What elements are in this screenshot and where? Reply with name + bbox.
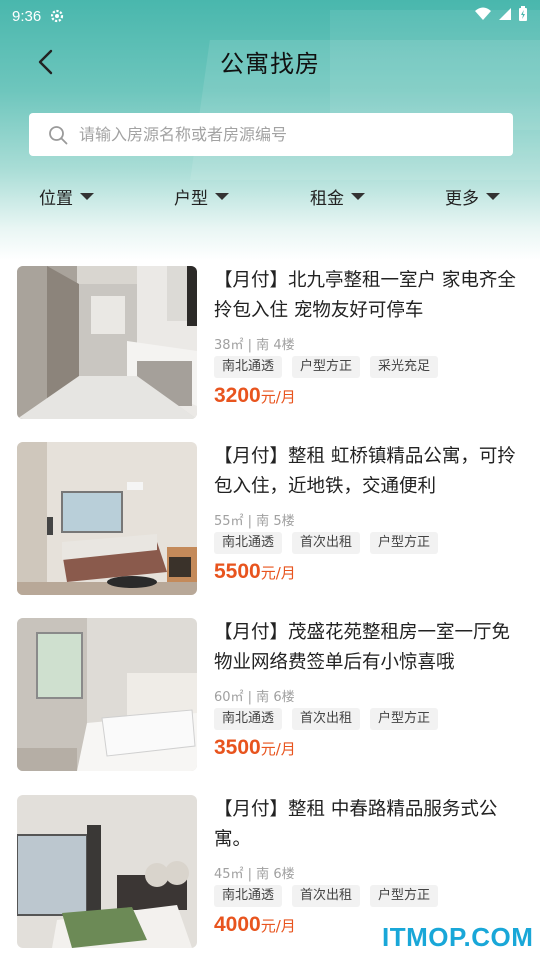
price-unit: 元/月 (260, 917, 296, 935)
listing-photo (17, 618, 197, 771)
battery-charging-icon (518, 6, 528, 26)
listing-title: 【月付】整租 中春路精品服务式公寓。 (214, 799, 498, 850)
listing-tags: 南北通透 户型方正 采光充足 (214, 356, 527, 378)
price-value: 3500 (214, 736, 261, 759)
search-box[interactable] (29, 113, 513, 156)
price-value: 5500 (214, 560, 261, 583)
watermark-logo: ITMOP.COM (382, 922, 534, 952)
filter-label: 位置 (39, 189, 73, 209)
listing-tags: 南北通透 首次出租 户型方正 (214, 708, 527, 730)
listing-price: 3200元/月 (214, 384, 527, 408)
caret-down-icon (486, 193, 500, 200)
filter-rent[interactable]: 租金 (310, 184, 365, 209)
caret-down-icon (215, 193, 229, 200)
status-indicators (474, 6, 528, 26)
listing-photo (17, 795, 197, 948)
listing-card[interactable]: 【月付】整租 虹桥镇精品公寓，可拎包入住，近地铁，交通便利 55㎡ | 南 5楼… (17, 442, 527, 596)
listing-tag: 南北通透 (214, 532, 283, 554)
price-unit: 元/月 (260, 740, 296, 758)
listing-tag: 首次出租 (292, 532, 361, 554)
listing-photo (17, 266, 197, 419)
filter-more[interactable]: 更多 (445, 184, 500, 209)
filter-bar: 位置 户型 租金 更多 (0, 184, 540, 212)
price-unit: 元/月 (260, 564, 296, 582)
filter-layout[interactable]: 户型 (174, 184, 229, 209)
price-value: 4000 (214, 913, 261, 936)
listing-tag: 南北通透 (214, 885, 283, 907)
listing-tag: 户型方正 (370, 885, 439, 907)
price-unit: 元/月 (260, 388, 296, 406)
search-icon (47, 124, 69, 146)
listing-card[interactable]: 【月付】茂盛花苑整租房一室一厅免物业网络费签单后有小惊喜哦 60㎡ | 南 6楼… (17, 618, 527, 772)
price-value: 3200 (214, 384, 261, 407)
listing-card[interactable]: 【月付】北九亭整租一室户 家电齐全拎包入住 宠物友好可停车 38㎡ | 南 4楼… (17, 266, 527, 420)
listing-price: 3500元/月 (214, 736, 527, 760)
listing-tag: 采光充足 (370, 356, 439, 378)
page-title: 公寓找房 (220, 50, 320, 78)
title-bar: 公寓找房 (0, 40, 540, 84)
listing-meta: 45㎡ | 南 6楼 (214, 867, 295, 882)
listing-photo (17, 442, 197, 595)
caret-down-icon (80, 193, 94, 200)
listing-meta: 38㎡ | 南 4楼 (214, 338, 295, 353)
listing-tag: 户型方正 (370, 708, 439, 730)
listing-tag: 南北通透 (214, 356, 283, 378)
status-bar: 9:36 (0, 0, 540, 32)
listing-title: 【月付】整租 虹桥镇精品公寓，可拎包入住，近地铁，交通便利 (214, 446, 516, 497)
search-input[interactable] (79, 125, 479, 144)
status-time: 9:36 (12, 7, 42, 25)
listing-tag: 户型方正 (292, 356, 361, 378)
listing-tags: 南北通透 首次出租 户型方正 (214, 885, 527, 907)
listing-tag: 首次出租 (292, 885, 361, 907)
listing-tag: 户型方正 (370, 532, 439, 554)
settings-gear-icon (49, 8, 65, 24)
filter-label: 租金 (310, 189, 344, 209)
listing-tags: 南北通透 首次出租 户型方正 (214, 532, 527, 554)
signal-icon (498, 7, 512, 25)
listing-meta: 55㎡ | 南 5楼 (214, 514, 295, 529)
listing-tag: 南北通透 (214, 708, 283, 730)
listing-tag: 首次出租 (292, 708, 361, 730)
listing-price: 5500元/月 (214, 560, 527, 584)
filter-label: 更多 (445, 189, 479, 209)
caret-down-icon (351, 193, 365, 200)
listing-meta: 60㎡ | 南 6楼 (214, 690, 295, 705)
wifi-icon (474, 7, 492, 25)
listing-title: 【月付】茂盛花苑整租房一室一厅免物业网络费签单后有小惊喜哦 (214, 622, 511, 673)
filter-label: 户型 (174, 189, 208, 209)
filter-location[interactable]: 位置 (39, 184, 94, 209)
listing-title: 【月付】北九亭整租一室户 家电齐全拎包入住 宠物友好可停车 (214, 270, 516, 321)
